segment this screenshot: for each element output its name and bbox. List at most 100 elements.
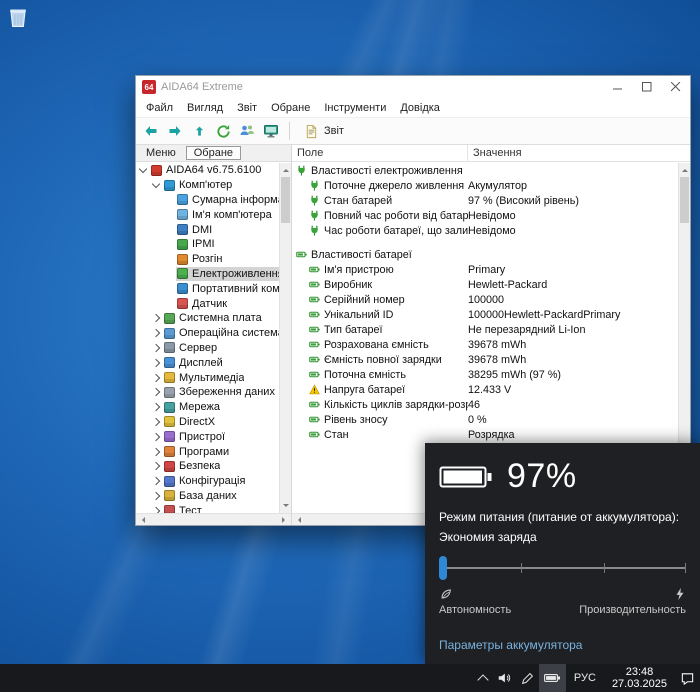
tab-menu[interactable]: Меню (138, 146, 184, 160)
left-vertical-scrollbar[interactable] (279, 163, 291, 513)
table-row[interactable]: Розрахована ємність39678 mWh (292, 337, 678, 352)
menu-item-4[interactable]: Інструменти (317, 102, 393, 114)
tree-item[interactable]: Ім'я комп'ютера (136, 207, 279, 222)
tree-item[interactable]: DirectX (136, 415, 279, 430)
slider-track[interactable] (439, 567, 686, 569)
tab-favorites[interactable]: Обране (186, 146, 241, 160)
menu-item-1[interactable]: Вигляд (180, 102, 230, 114)
tree-item[interactable]: Операційна система (136, 326, 279, 341)
refresh-button[interactable] (212, 120, 234, 142)
users-button[interactable] (236, 120, 258, 142)
tree-item[interactable]: Конфігурація (136, 474, 279, 489)
chevron-right-icon[interactable] (152, 403, 160, 411)
table-row[interactable]: Поточна ємність38295 mWh (97 %) (292, 367, 678, 382)
hidden-icons-button[interactable] (474, 664, 492, 692)
tree-item[interactable]: Портативний комп'ютер (136, 281, 279, 296)
language-indicator[interactable]: РУС (566, 664, 604, 692)
back-button[interactable] (140, 120, 162, 142)
table-row[interactable]: Ємність повної зарядки39678 mWh (292, 352, 678, 367)
power-slider[interactable] (439, 556, 686, 580)
recycle-bin-icon[interactable] (8, 6, 28, 28)
tree-item[interactable]: Системна плата (136, 311, 279, 326)
table-row[interactable]: Час роботи батареї, що залишивсяНевідомо (292, 223, 678, 238)
table-row[interactable]: Стан батарей97 % (Високий рівень) (292, 193, 678, 208)
chevron-right-icon[interactable] (152, 388, 160, 396)
table-row[interactable]: Поточне джерело живленняАкумулятор (292, 178, 678, 193)
maximize-button[interactable] (632, 76, 661, 98)
chevron-right-icon[interactable] (152, 359, 160, 367)
tree-item[interactable]: Пристрої (136, 429, 279, 444)
tree-item[interactable]: Дисплей (136, 355, 279, 370)
slider-handle[interactable] (439, 556, 447, 580)
table-row[interactable]: Унікальний ID100000Hewlett-PackardPrimar… (292, 307, 678, 322)
chevron-right-icon[interactable] (152, 462, 160, 470)
battery-settings-link[interactable]: Параметры аккумулятора (439, 638, 686, 652)
tree-item[interactable]: Мультимедіа (136, 370, 279, 385)
tree-item[interactable]: Розгін (136, 252, 279, 267)
chevron-down-icon[interactable] (152, 180, 160, 188)
group-header-cell: Властивості електроживлення (292, 165, 468, 177)
scroll-right-arrow-icon[interactable] (279, 514, 291, 526)
tree-item[interactable]: Мережа (136, 400, 279, 415)
menu-item-0[interactable]: Файл (139, 102, 180, 114)
monitor-button[interactable] (260, 120, 282, 142)
chevron-right-icon[interactable] (152, 492, 160, 500)
minimize-button[interactable] (603, 76, 632, 98)
action-center-button[interactable] (675, 664, 700, 692)
tree-item[interactable]: База даних (136, 489, 279, 504)
tree-item[interactable]: Програми (136, 444, 279, 459)
tree-item[interactable]: Датчик (136, 296, 279, 311)
table-group-header[interactable]: Властивості батареї (292, 247, 678, 262)
volume-button[interactable] (492, 664, 516, 692)
tree-item[interactable]: Безпека (136, 459, 279, 474)
scrollbar-thumb[interactable] (680, 177, 689, 223)
table-row[interactable]: Серійний номер100000 (292, 292, 678, 307)
close-button[interactable] (661, 76, 690, 98)
table-row[interactable]: Ім'я пристроюPrimary (292, 262, 678, 277)
chevron-right-icon[interactable] (152, 344, 160, 352)
tree-item[interactable]: Збереження даних (136, 385, 279, 400)
table-row[interactable]: Напруга батареї12.433 V (292, 382, 678, 397)
table-row[interactable]: Повний час роботи від батареїНевідомо (292, 208, 678, 223)
scroll-left-arrow-icon[interactable] (292, 514, 304, 526)
tree-item[interactable]: Тест (136, 503, 279, 513)
column-header-value[interactable]: Значення (468, 147, 690, 159)
chevron-right-icon[interactable] (152, 373, 160, 381)
table-row[interactable]: СтанРозрядка (292, 427, 678, 442)
pen-button[interactable] (516, 664, 539, 692)
tree-item[interactable]: Електроживлення (136, 267, 279, 282)
chevron-right-icon[interactable] (152, 432, 160, 440)
menu-item-3[interactable]: Обране (264, 102, 317, 114)
tree-item[interactable]: Комп'ютер (136, 178, 279, 193)
column-header-field[interactable]: Поле (292, 145, 468, 161)
chevron-right-icon[interactable] (152, 314, 160, 322)
config-icon (164, 476, 175, 487)
up-button[interactable] (188, 120, 210, 142)
report-button[interactable]: Звіт (297, 122, 351, 141)
table-group-header[interactable]: Властивості електроживлення (292, 163, 678, 178)
clock[interactable]: 23:48 27.03.2025 (604, 664, 675, 692)
scrollbar-thumb[interactable] (281, 177, 290, 223)
tree-item[interactable]: IPMI (136, 237, 279, 252)
chevron-right-icon[interactable] (152, 447, 160, 455)
chevron-right-icon[interactable] (152, 477, 160, 485)
table-row[interactable]: ВиробникHewlett-Packard (292, 277, 678, 292)
menu-item-2[interactable]: Звіт (230, 102, 264, 114)
menu-item-5[interactable]: Довідка (393, 102, 447, 114)
tree-item[interactable]: DMI (136, 222, 279, 237)
chevron-right-icon[interactable] (152, 418, 160, 426)
chevron-down-icon[interactable] (139, 165, 147, 173)
battery-tray-button[interactable] (539, 664, 566, 692)
table-row[interactable]: Кількість циклів зарядки-розрядки46 (292, 397, 678, 412)
left-horizontal-scrollbar[interactable] (136, 513, 291, 525)
tree-item[interactable]: Сервер (136, 341, 279, 356)
tree-item[interactable]: Сумарна інформація (136, 193, 279, 208)
hidden-icons-chevron-icon (477, 674, 488, 685)
scroll-left-arrow-icon[interactable] (136, 514, 148, 526)
chevron-right-icon[interactable] (152, 329, 160, 337)
table-row[interactable]: Рівень зносу0 % (292, 412, 678, 427)
forward-button[interactable] (164, 120, 186, 142)
title-bar[interactable]: 64 AIDA64 Extreme (136, 76, 690, 98)
tree-item[interactable]: AIDA64 v6.75.6100 (136, 163, 279, 178)
table-row[interactable]: Тип батареїНе перезарядний Li-Ion (292, 322, 678, 337)
